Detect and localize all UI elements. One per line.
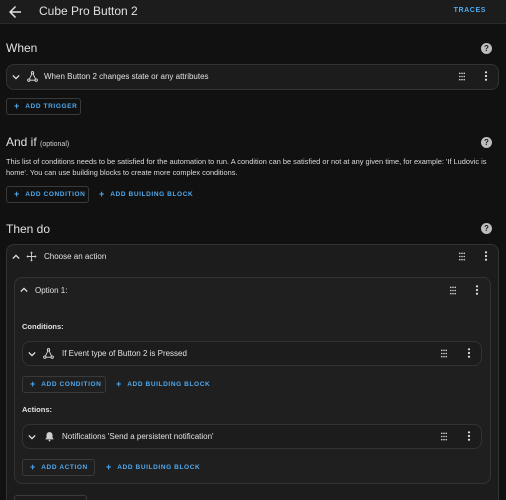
optional-label: (optional) bbox=[40, 141, 70, 148]
and-if-title: And if bbox=[6, 135, 37, 149]
add-condition-button[interactable]: + ADD CONDITION bbox=[22, 376, 106, 393]
chevron-down-icon[interactable] bbox=[28, 433, 36, 441]
more-options-icon[interactable] bbox=[473, 285, 481, 295]
plus-icon: + bbox=[14, 189, 20, 199]
action-text: Notifications 'Send a persistent notific… bbox=[62, 432, 214, 441]
chevron-up-icon[interactable] bbox=[20, 286, 28, 294]
add-condition-button[interactable]: + ADD CONDITION bbox=[6, 186, 89, 203]
plus-icon: + bbox=[99, 189, 105, 199]
help-icon[interactable]: ? bbox=[481, 223, 492, 234]
add-option-button[interactable] bbox=[14, 495, 87, 500]
chevron-up-icon[interactable] bbox=[12, 253, 20, 261]
add-trigger-button[interactable]: + ADD TRIGGER bbox=[6, 98, 81, 115]
condition-text: If Event type of Button 2 is Pressed bbox=[62, 349, 187, 358]
drag-handle-icon[interactable] bbox=[449, 286, 457, 295]
plus-icon: + bbox=[30, 462, 36, 472]
add-building-block-label: ADD BUILDING BLOCK bbox=[117, 464, 201, 471]
condition-icon bbox=[43, 348, 54, 359]
add-trigger-label: ADD TRIGGER bbox=[25, 103, 78, 110]
add-building-block-label: ADD BUILDING BLOCK bbox=[127, 381, 211, 388]
page-title: Cube Pro Button 2 bbox=[39, 4, 138, 18]
trigger-icon bbox=[27, 71, 38, 82]
traces-button[interactable]: TRACES bbox=[454, 7, 486, 14]
add-building-block-button[interactable]: + ADD BUILDING BLOCK bbox=[113, 376, 213, 393]
and-if-heading: And if (optional) bbox=[6, 135, 69, 149]
choose-arrows-icon bbox=[26, 251, 37, 262]
drag-handle-icon[interactable] bbox=[440, 432, 448, 441]
plus-icon: + bbox=[106, 462, 112, 472]
then-do-heading: Then do bbox=[6, 222, 51, 236]
add-condition-label: ADD CONDITION bbox=[41, 381, 102, 388]
action-title: Choose an action bbox=[44, 252, 107, 261]
and-if-description: This list of conditions needs to be sati… bbox=[6, 157, 487, 177]
add-building-block-label: ADD BUILDING BLOCK bbox=[110, 191, 194, 198]
drag-handle-icon[interactable] bbox=[458, 252, 466, 261]
drag-handle-icon[interactable] bbox=[440, 349, 448, 358]
plus-icon: + bbox=[30, 379, 36, 389]
plus-icon: + bbox=[14, 101, 20, 111]
more-options-icon[interactable] bbox=[482, 71, 490, 81]
option-title: Option 1: bbox=[35, 286, 68, 295]
add-action-button[interactable]: + ADD ACTION bbox=[22, 459, 95, 476]
more-options-icon[interactable] bbox=[482, 251, 490, 261]
help-icon[interactable]: ? bbox=[481, 137, 492, 148]
more-options-icon[interactable] bbox=[465, 431, 473, 441]
conditions-label: Conditions: bbox=[22, 322, 64, 331]
add-action-label: ADD ACTION bbox=[41, 464, 88, 471]
chevron-down-icon[interactable] bbox=[28, 350, 36, 358]
trigger-text: When Button 2 changes state or any attri… bbox=[44, 72, 209, 81]
drag-handle-icon[interactable] bbox=[458, 72, 466, 81]
back-arrow-icon[interactable] bbox=[6, 3, 24, 21]
add-building-block-button[interactable]: + ADD BUILDING BLOCK bbox=[96, 186, 196, 203]
plus-icon: + bbox=[116, 379, 122, 389]
add-condition-label: ADD CONDITION bbox=[25, 191, 86, 198]
add-building-block-button[interactable]: + ADD BUILDING BLOCK bbox=[103, 459, 203, 476]
when-heading: When bbox=[6, 41, 38, 55]
more-options-icon[interactable] bbox=[465, 348, 473, 358]
chevron-down-icon[interactable] bbox=[12, 73, 20, 81]
actions-label: Actions: bbox=[22, 405, 52, 414]
notification-bell-icon bbox=[45, 432, 54, 442]
help-icon[interactable]: ? bbox=[481, 43, 492, 54]
